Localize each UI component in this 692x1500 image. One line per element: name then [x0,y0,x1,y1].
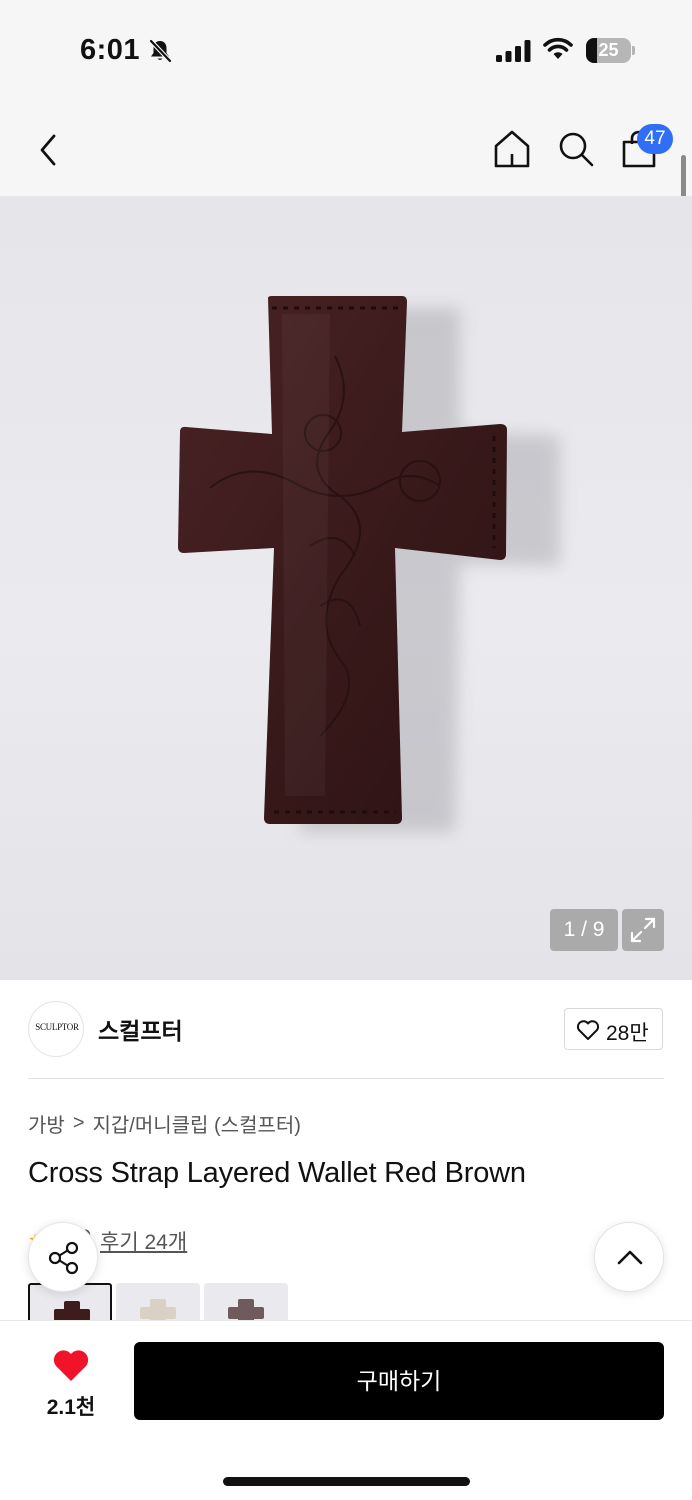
status-bar: 6:01 25 [0,0,692,100]
product-page: 6:01 25 47 1 / 9 SCULPTOR 스컬프터 28만 가방 > … [0,0,692,1500]
home-indicator[interactable] [223,1477,470,1486]
gallery-pager: 1 / 9 [550,909,618,951]
brand-logo[interactable]: SCULPTOR [28,1001,84,1057]
product-image-gallery[interactable]: 1 / 9 [0,196,692,980]
breadcrumb: 가방 > 지갑/머니클립 (스컬프터) [28,1109,301,1138]
status-time: 6:01 [80,34,141,66]
color-thumbnail[interactable] [116,1283,200,1323]
buy-button[interactable]: 구매하기 [134,1342,664,1420]
bell-slash-icon [147,38,173,69]
top-navigation [0,100,692,196]
brand-like-button[interactable]: 28만 [564,1008,663,1050]
home-icon[interactable] [491,128,533,175]
battery-icon: 25 [586,38,631,63]
cellular-signal-icon [496,40,532,67]
bottom-action-bar: 2.1천 구매하기 [0,1320,692,1500]
cart-count-badge[interactable]: 47 [637,124,673,154]
back-chevron-icon[interactable] [34,130,66,170]
brand-like-count: 28만 [606,1022,649,1045]
divider [28,1078,664,1079]
share-button[interactable] [28,1222,98,1292]
breadcrumb-separator: > [72,1112,85,1134]
wifi-icon [543,37,573,66]
review-count-link[interactable]: 후기 24개 [100,1226,187,1256]
brand-name[interactable]: 스컬프터 [98,1012,183,1046]
chevron-up-icon [617,1250,643,1265]
color-thumbnail[interactable] [204,1283,288,1323]
product-image [178,296,560,832]
heart-outline-icon [576,1020,600,1040]
search-icon[interactable] [557,130,595,173]
battery-cap [632,46,635,55]
breadcrumb-category[interactable]: 가방 [28,1109,65,1138]
heart-filled-icon [53,1350,89,1381]
product-title: Cross Strap Layered Wallet Red Brown [28,1157,526,1189]
wishlist-count: 2.1천 [46,1396,96,1419]
scroll-to-top-button[interactable] [594,1222,664,1292]
share-icon [48,1241,79,1275]
expand-icon[interactable] [622,909,664,951]
brand-logo-text: SCULPTOR [35,1022,79,1032]
battery-level-text: 25 [598,40,619,60]
breadcrumb-subcategory[interactable]: 지갑/머니클립 (스컬프터) [93,1109,301,1138]
wishlist-button[interactable]: 2.1천 [30,1347,112,1419]
